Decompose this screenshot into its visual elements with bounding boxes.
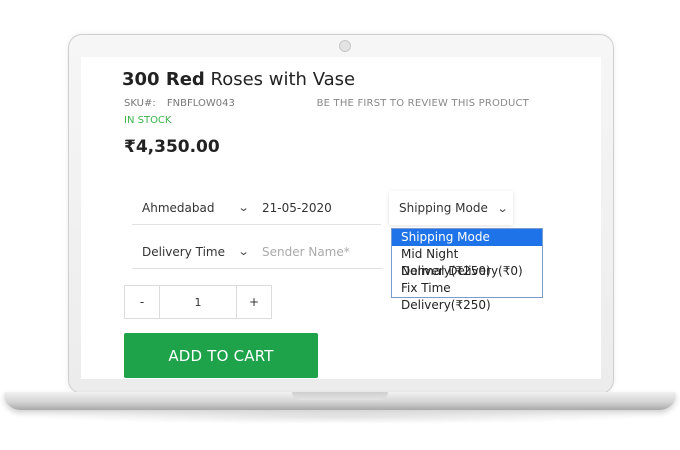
stock-status: IN STOCK (124, 115, 172, 126)
quantity-stepper: - 1 + (124, 285, 272, 319)
review-link[interactable]: BE THE FIRST TO REVIEW THIS PRODUCT (317, 98, 529, 109)
city-select[interactable]: Ahmedabad ⌄ (132, 191, 254, 225)
product-price: ₹4,350.00 (124, 137, 220, 157)
add-to-cart-button[interactable]: ADD TO CART (124, 333, 318, 378)
product-title: 300 Red Roses with Vase (122, 69, 355, 90)
chevron-down-icon: ⌄ (237, 201, 250, 214)
product-title-bold: 300 Red (122, 69, 205, 90)
chevron-down-icon: ⌄ (237, 245, 250, 258)
shipping-option[interactable]: Mid Night Delivery(₹250) (392, 246, 542, 278)
delivery-time-value: Delivery Time (142, 244, 225, 259)
sku: SKU#: FNBFLOW043 (124, 98, 235, 109)
shipping-mode-select[interactable]: Shipping Mode ⌄ (389, 191, 513, 225)
city-value: Ahmedabad (142, 200, 215, 215)
laptop-screen: 300 Red Roses with Vase SKU#: FNBFLOW043… (81, 57, 601, 379)
laptop-shadow (20, 410, 660, 424)
date-value: 21-05-2020 (262, 200, 332, 215)
product-title-rest: Roses with Vase (204, 69, 356, 90)
webcam (339, 40, 351, 52)
shipping-option[interactable]: Shipping Mode (392, 229, 542, 246)
sku-value: FNBFLOW043 (166, 98, 235, 109)
quantity-input[interactable]: 1 (159, 286, 237, 318)
shipping-mode-value: Shipping Mode (399, 201, 488, 215)
date-field[interactable]: 21-05-2020 (253, 191, 381, 225)
shipping-option[interactable]: Normal Delivery(₹0) (392, 263, 542, 280)
sender-name-input[interactable]: Sender Name* (253, 235, 383, 269)
sender-name-placeholder: Sender Name* (262, 244, 350, 259)
shipping-mode-dropdown: Shipping Mode Mid Night Delivery(₹250) N… (391, 228, 543, 312)
laptop-notch (292, 392, 388, 400)
decrement-button[interactable]: - (125, 286, 159, 318)
shipping-option[interactable]: Fix Time Delivery(₹250) (392, 280, 542, 312)
sku-label: SKU#: (124, 98, 156, 109)
increment-button[interactable]: + (237, 286, 271, 318)
chevron-down-icon: ⌄ (496, 201, 509, 215)
delivery-time-select[interactable]: Delivery Time ⌄ (132, 235, 254, 269)
